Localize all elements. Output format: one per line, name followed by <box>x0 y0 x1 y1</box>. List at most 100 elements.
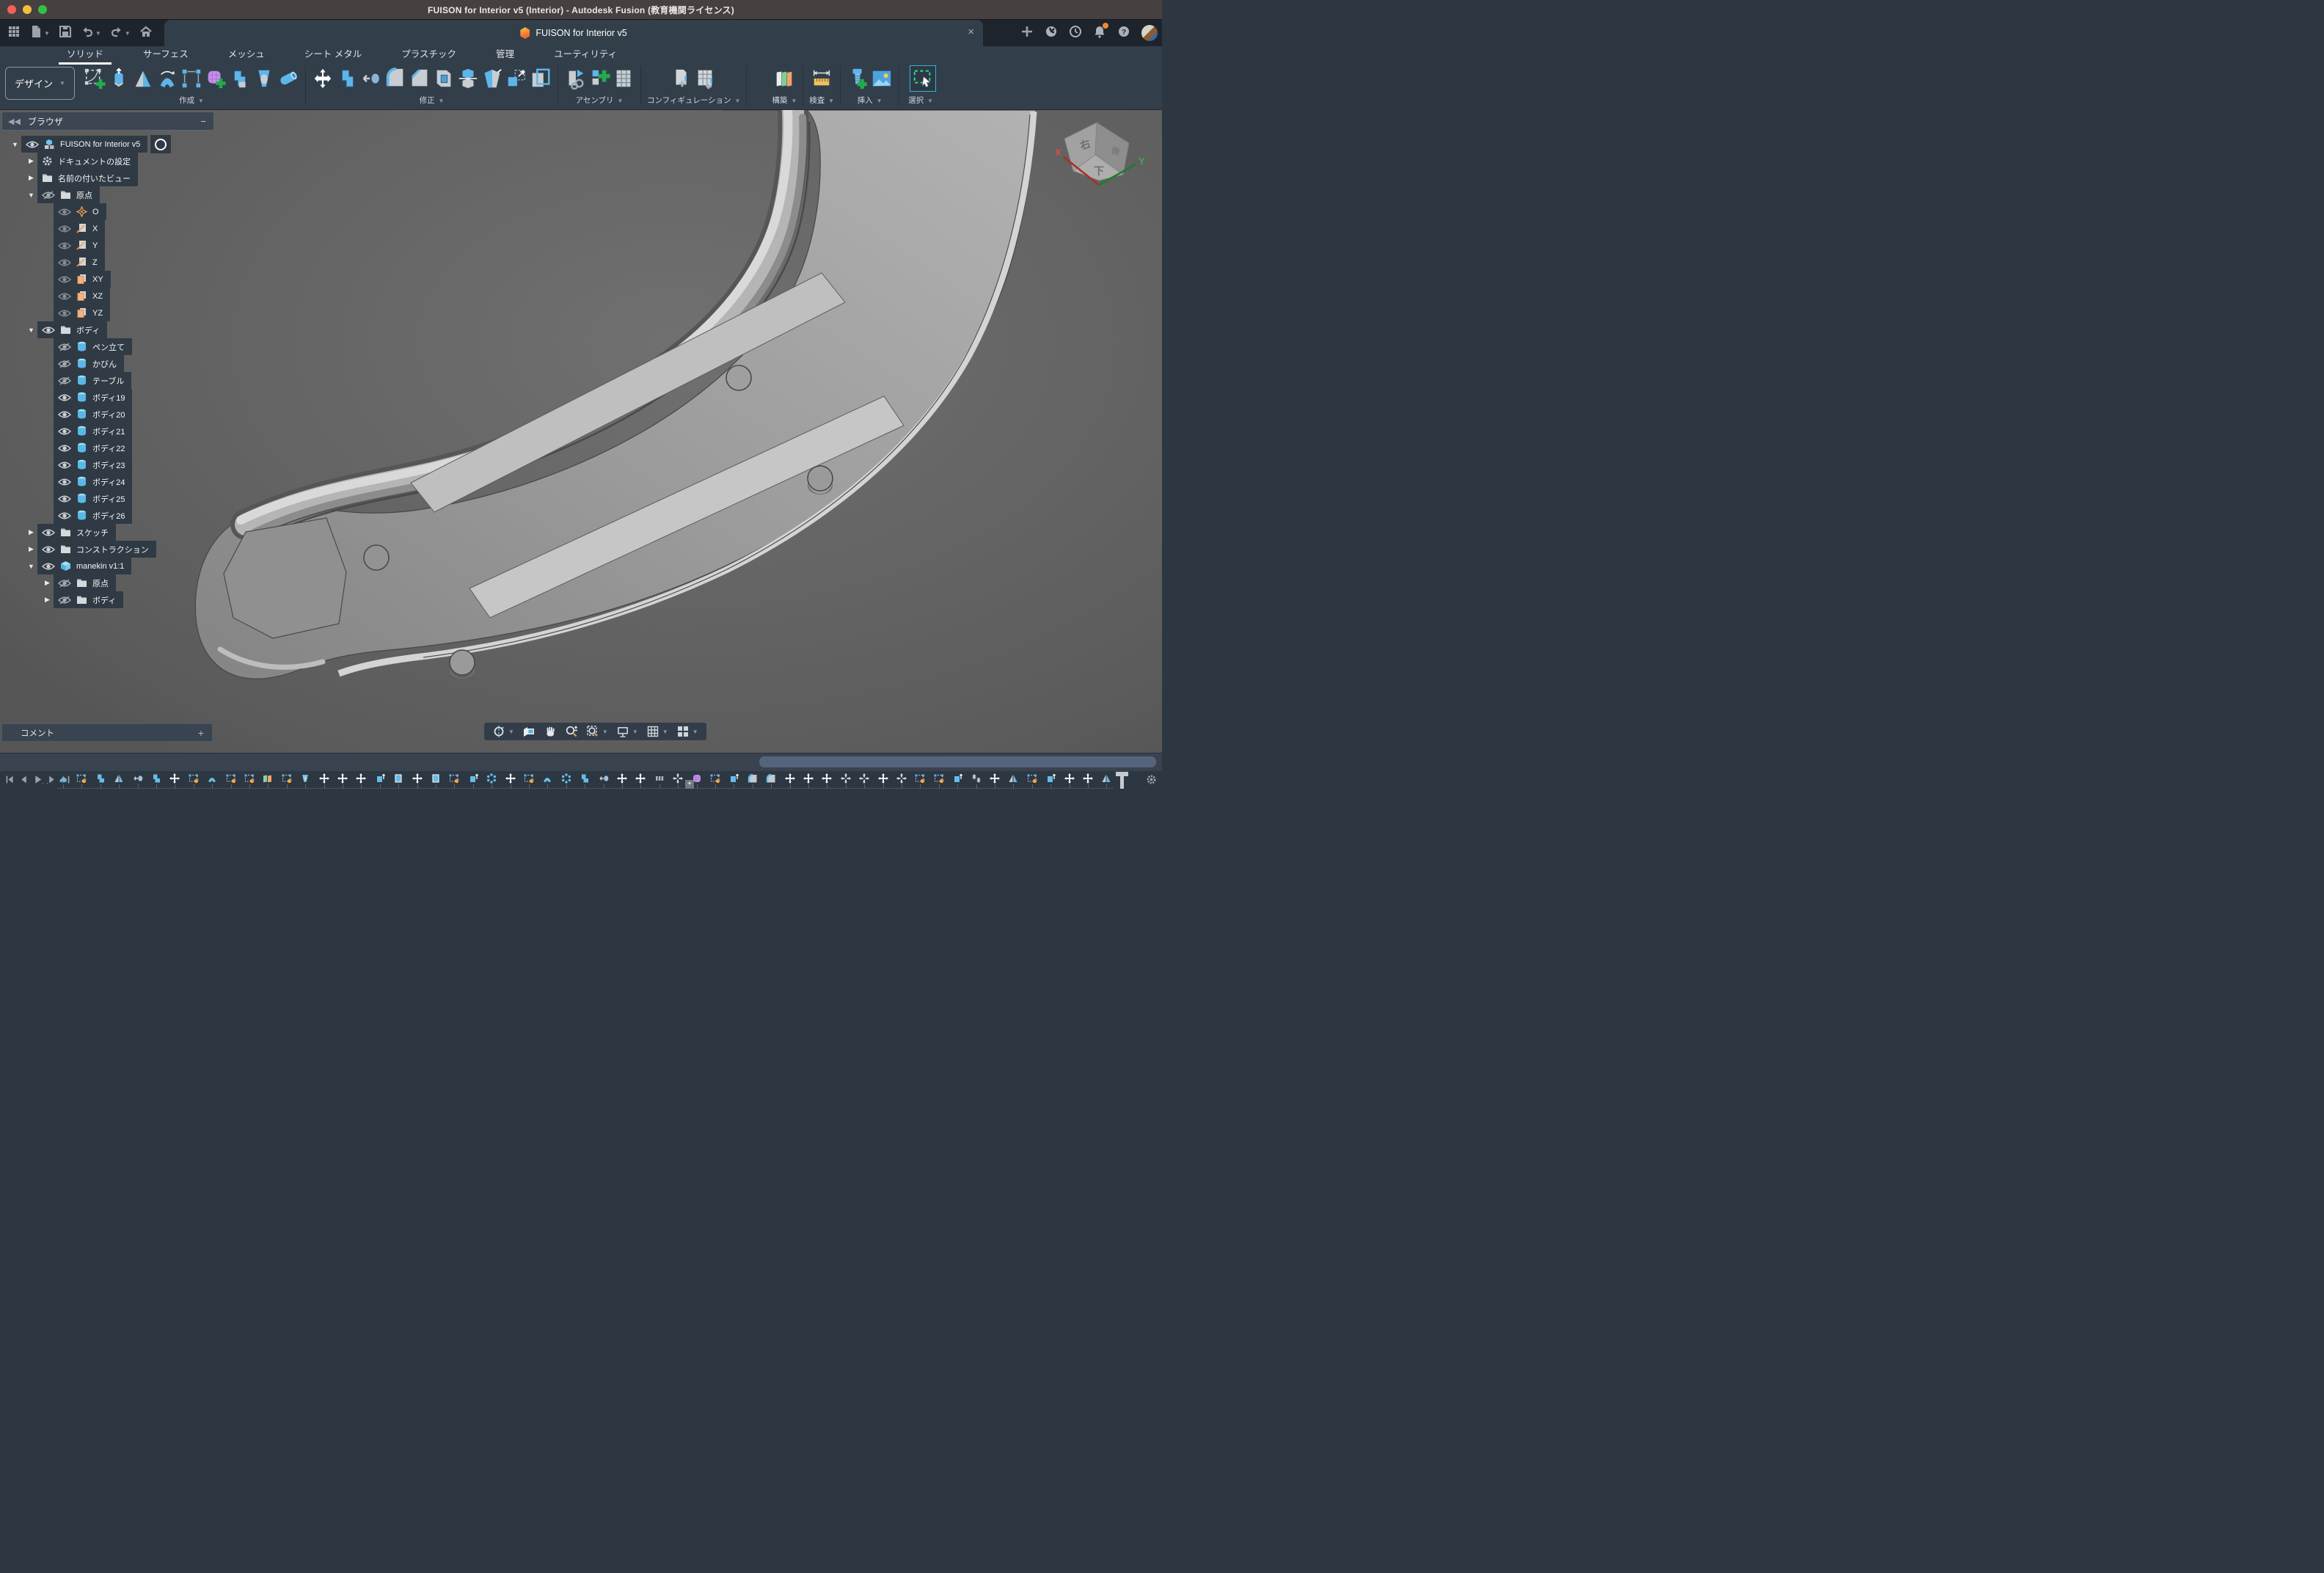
visibility-eye-icon[interactable] <box>42 326 55 335</box>
timeline-feature-move[interactable] <box>1082 773 1094 784</box>
tool-canvas[interactable] <box>871 67 893 90</box>
timeline-feature-combine[interactable] <box>95 773 106 784</box>
chevron-down-icon[interactable]: ▼ <box>9 141 21 148</box>
tool-chamfer[interactable] <box>409 67 431 90</box>
active-component-badge[interactable] <box>150 135 171 153</box>
tool-fillet[interactable] <box>384 67 406 90</box>
timeline-feature-sketch[interactable] <box>448 773 460 784</box>
timeline-feature-align[interactable] <box>896 773 907 784</box>
minimize-window-button[interactable] <box>23 5 32 14</box>
timeline-playhead[interactable] <box>1120 772 1124 789</box>
tree-row[interactable]: Y <box>1 237 214 254</box>
visibility-eye-icon[interactable] <box>58 309 71 318</box>
timeline-feature-move[interactable] <box>355 773 367 784</box>
timeline-feature-sketch[interactable] <box>914 773 926 784</box>
timeline-feature-move[interactable] <box>1064 773 1075 784</box>
tree-node[interactable]: ボディ25 <box>54 490 132 507</box>
visibility-eye-icon[interactable] <box>58 360 71 368</box>
timeline-feature-combine[interactable] <box>579 773 591 784</box>
tree-row[interactable]: ボディ26 <box>1 507 214 524</box>
tool-new-component[interactable] <box>588 67 610 90</box>
visibility-eye-icon[interactable] <box>58 511 71 520</box>
tree-row[interactable]: YZ <box>1 304 214 321</box>
tree-node[interactable]: XY <box>54 271 111 288</box>
timeline-feature-move[interactable] <box>337 773 348 784</box>
ribbon-tab-1[interactable]: ソリッド <box>47 46 123 64</box>
timeline-feature-sketch[interactable] <box>188 773 200 784</box>
visibility-eye-icon[interactable] <box>58 258 71 267</box>
tree-row[interactable]: ▼ボディ <box>1 321 214 338</box>
tool-sweep[interactable] <box>156 67 178 90</box>
timeline-step-back-button[interactable] <box>19 775 29 784</box>
tree-node[interactable]: FUISON for Interior v5 <box>21 136 147 153</box>
visibility-eye-icon[interactable] <box>58 444 71 453</box>
chevron-right-icon[interactable]: ▶ <box>25 174 37 182</box>
group-label[interactable]: 構築 ▼ <box>772 95 797 106</box>
tree-row[interactable]: ▶コンストラクション <box>1 541 214 558</box>
tree-node[interactable]: ボディ <box>37 321 107 338</box>
group-label[interactable]: 選択 ▼ <box>908 95 933 106</box>
tree-node[interactable]: XZ <box>54 288 110 304</box>
timeline-skip-start-button[interactable] <box>5 775 15 784</box>
chevron-down-icon[interactable]: ▼ <box>25 563 37 570</box>
viewport[interactable]: 右 後 下 X Y ◀◀ ブラウザ − ▼FUISON for Interior… <box>0 110 1162 753</box>
timeline-feature-align[interactable] <box>672 773 684 784</box>
group-label[interactable]: 修正 ▼ <box>420 95 445 106</box>
tool-split[interactable] <box>457 67 479 90</box>
tool-fastener[interactable] <box>847 67 869 90</box>
tree-node[interactable]: ペン立て <box>54 338 132 355</box>
timeline-feature-extrude[interactable] <box>728 773 739 784</box>
nav-look-at-button[interactable] <box>519 725 538 738</box>
tree-node[interactable]: コンストラクション <box>37 541 156 558</box>
redo-button[interactable]: ▼ <box>106 22 135 44</box>
timeline-feature-align[interactable] <box>840 773 852 784</box>
comments-bar[interactable]: コメント + <box>1 723 213 742</box>
chevron-right-icon[interactable]: ▶ <box>41 596 54 604</box>
timeline-feature-fillet[interactable] <box>765 773 777 784</box>
add-tab-button[interactable] <box>1020 25 1034 42</box>
visibility-eye-icon[interactable] <box>42 528 55 537</box>
visibility-eye-icon[interactable] <box>26 140 39 149</box>
timeline-feature-move[interactable] <box>169 773 180 784</box>
tree-row[interactable]: ▶スケッチ <box>1 524 214 541</box>
notifications-button[interactable] <box>1093 25 1106 42</box>
chevron-right-icon[interactable]: ▶ <box>25 545 37 553</box>
tool-revolve[interactable] <box>132 67 154 90</box>
timeline-feature-move[interactable] <box>318 773 330 784</box>
timeline-scrollbar[interactable] <box>759 756 1156 767</box>
tree-row[interactable]: O <box>1 203 214 220</box>
timeline-feature-move[interactable] <box>635 773 646 784</box>
timeline-feature-extrude[interactable] <box>1045 773 1056 784</box>
user-avatar[interactable] <box>1141 25 1158 41</box>
tree-row[interactable]: ボディ20 <box>1 406 214 423</box>
timeline-feature-move[interactable] <box>803 773 814 784</box>
visibility-eye-icon[interactable] <box>58 427 71 436</box>
timeline-feature-plane[interactable] <box>262 773 274 784</box>
tree-node[interactable]: スケッチ <box>37 524 116 541</box>
timeline-feature-sketch[interactable] <box>709 773 721 784</box>
timeline-feature-sketch[interactable] <box>1026 773 1038 784</box>
minimize-panel-icon[interactable]: − <box>200 116 206 127</box>
timeline-feature-move[interactable] <box>989 773 1001 784</box>
timeline-feature-move[interactable] <box>784 773 796 784</box>
timeline-feature-mirror[interactable] <box>1007 773 1019 784</box>
visibility-eye-icon[interactable] <box>58 376 71 385</box>
timeline-feature-extrude[interactable] <box>374 773 386 784</box>
tree-row[interactable]: ▶名前の付いたビュー <box>1 169 214 186</box>
chevron-down-icon[interactable]: ▼ <box>25 326 37 334</box>
tree-node[interactable]: ボディ19 <box>54 389 132 406</box>
save-button[interactable] <box>54 22 76 44</box>
tree-node[interactable]: manekin v1:1 <box>37 558 131 574</box>
visibility-eye-icon[interactable] <box>58 478 71 486</box>
timeline-feature-align[interactable] <box>858 773 870 784</box>
chevron-right-icon[interactable]: ▶ <box>25 157 37 165</box>
tree-node[interactable]: ボディ24 <box>54 473 132 490</box>
visibility-eye-icon[interactable] <box>58 225 71 233</box>
timeline-feature-sketch[interactable] <box>76 773 87 784</box>
view-cube[interactable]: 右 後 下 X Y <box>1053 119 1149 195</box>
browser-header[interactable]: ◀◀ ブラウザ − <box>1 112 214 131</box>
undo-button[interactable]: ▼ <box>76 22 106 44</box>
tree-row[interactable]: XZ <box>1 288 214 304</box>
tool-move[interactable] <box>312 67 334 90</box>
timeline-settings-gear-icon[interactable] <box>1146 774 1157 789</box>
